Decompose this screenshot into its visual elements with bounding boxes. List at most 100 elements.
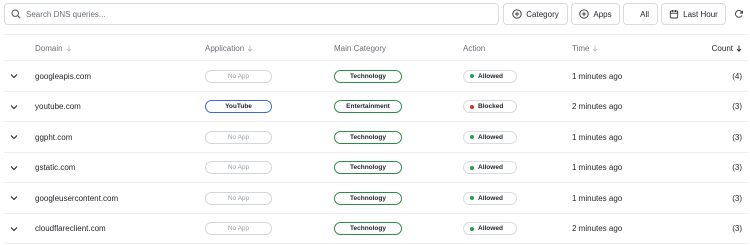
count-cell: (3) — [732, 163, 742, 172]
action-label: Allowed — [478, 133, 503, 141]
column-header-time[interactable]: Time — [572, 35, 598, 61]
expand-row-button[interactable] — [10, 153, 18, 183]
apps-filter-button[interactable]: Apps — [571, 3, 620, 25]
plus-circle-icon — [579, 9, 590, 19]
table-row[interactable]: cloudflareclient.com No App Technology A… — [4, 214, 748, 244]
status-dot-icon — [470, 135, 474, 139]
search-box[interactable] — [4, 3, 499, 25]
expand-row-button[interactable] — [10, 183, 18, 213]
domain-cell: gstatic.com — [35, 163, 76, 172]
category-badge: Technology — [334, 222, 402, 235]
count-cell: (3) — [732, 193, 742, 203]
category-badge: Technology — [334, 161, 402, 174]
action-cell: Allowed — [463, 122, 517, 152]
category-filter-button[interactable]: Category — [503, 3, 568, 25]
category-cell: Technology — [334, 122, 402, 152]
domain-cell: googleapis.com — [35, 71, 92, 81]
status-dot-icon — [470, 165, 474, 170]
application-cell: No App — [205, 153, 272, 183]
action-label: Blocked — [478, 103, 504, 110]
action-label: Allowed — [478, 72, 503, 80]
column-label-time: Time — [572, 43, 590, 53]
column-header-application[interactable]: Application — [205, 35, 253, 61]
expand-row-button[interactable] — [10, 214, 18, 244]
application-badge: No App — [205, 130, 272, 144]
plus-circle-icon — [512, 9, 522, 19]
table-row[interactable]: googleapis.com No App Technology Allowed… — [4, 61, 748, 92]
category-filter-label: Category — [526, 9, 559, 19]
all-filter-button[interactable]: All — [623, 3, 658, 25]
chevron-down-icon — [10, 196, 18, 201]
column-label-domain: Domain — [35, 43, 63, 53]
chevron-down-icon — [10, 226, 18, 231]
category-cell: Technology — [334, 214, 402, 244]
application-cell: No App — [205, 122, 272, 152]
filter-toolbar: Category Apps All Last Hour — [4, 3, 749, 25]
action-cell: Allowed — [463, 153, 517, 183]
time-cell: 1 minutes ago — [572, 193, 623, 203]
domain-cell: googleusercontent.com — [35, 193, 119, 203]
action-badge: Allowed — [463, 161, 517, 174]
column-label-main-category: Main Category — [334, 43, 387, 53]
chevron-down-icon — [10, 104, 18, 109]
domain-cell: ggpht.com — [35, 132, 73, 142]
chevron-down-icon — [10, 74, 18, 79]
search-input[interactable] — [26, 9, 486, 19]
time-cell: 1 minutes ago — [572, 132, 623, 142]
status-dot-icon — [470, 104, 474, 109]
apps-filter-label: Apps — [593, 9, 612, 19]
column-label-count: Count — [711, 43, 733, 53]
sort-down-icon — [736, 45, 742, 52]
time-cell: 1 minutes ago — [572, 71, 623, 81]
domain-cell: youtube.com — [35, 102, 81, 111]
count-cell: (3) — [732, 102, 742, 111]
expand-row-button[interactable] — [10, 61, 18, 91]
status-dot-icon — [470, 226, 474, 231]
column-header-count[interactable]: Count — [712, 35, 742, 61]
category-badge: Technology — [334, 191, 402, 205]
application-badge: No App — [205, 191, 272, 205]
expand-row-button[interactable] — [10, 92, 18, 122]
table-row[interactable]: googleusercontent.com No App Technology … — [4, 183, 748, 214]
application-badge: No App — [205, 222, 272, 235]
application-cell: No App — [205, 183, 272, 213]
table-row[interactable]: gstatic.com No App Technology Allowed 1 … — [4, 153, 748, 183]
action-label: Allowed — [478, 225, 503, 232]
category-cell: Entertainment — [334, 92, 402, 122]
column-label-action: Action — [463, 43, 486, 53]
table-row[interactable]: ggpht.com No App Technology Allowed 1 mi… — [4, 122, 748, 153]
column-header-main-category[interactable]: Main Category — [334, 35, 386, 61]
action-badge: Allowed — [463, 69, 517, 83]
action-label: Allowed — [478, 164, 503, 171]
action-badge: Allowed — [463, 191, 517, 205]
table-header: Domain Application Main Category Action … — [4, 34, 748, 61]
action-badge: Allowed — [463, 130, 517, 144]
application-badge: No App — [205, 69, 272, 83]
expand-row-button[interactable] — [10, 122, 18, 152]
count-cell: (3) — [732, 224, 742, 233]
time-range-button[interactable]: Last Hour — [661, 3, 726, 25]
category-cell: Technology — [334, 153, 402, 183]
table-row[interactable]: youtube.com YouTube Entertainment Blocke… — [4, 92, 748, 122]
column-header-domain[interactable]: Domain — [35, 35, 72, 61]
refresh-icon — [735, 10, 744, 18]
chevron-down-icon — [10, 135, 18, 140]
status-dot-icon — [470, 196, 474, 200]
category-badge: Technology — [334, 69, 402, 83]
calendar-icon — [670, 10, 679, 19]
search-icon — [11, 9, 21, 19]
refresh-button[interactable] — [729, 3, 749, 25]
dns-queries-table: Domain Application Main Category Action … — [4, 34, 748, 244]
time-cell: 1 minutes ago — [572, 163, 623, 172]
action-cell: Allowed — [463, 61, 517, 91]
column-label-application: Application — [205, 43, 245, 53]
sort-down-icon — [247, 45, 253, 52]
column-header-action[interactable]: Action — [463, 35, 485, 61]
count-cell: (3) — [732, 132, 742, 142]
chevron-down-icon — [10, 165, 18, 170]
category-badge: Technology — [334, 130, 402, 144]
time-range-label: Last Hour — [683, 9, 718, 19]
category-cell: Technology — [334, 183, 402, 213]
action-label: Allowed — [478, 194, 503, 202]
action-badge: Blocked — [463, 100, 517, 113]
